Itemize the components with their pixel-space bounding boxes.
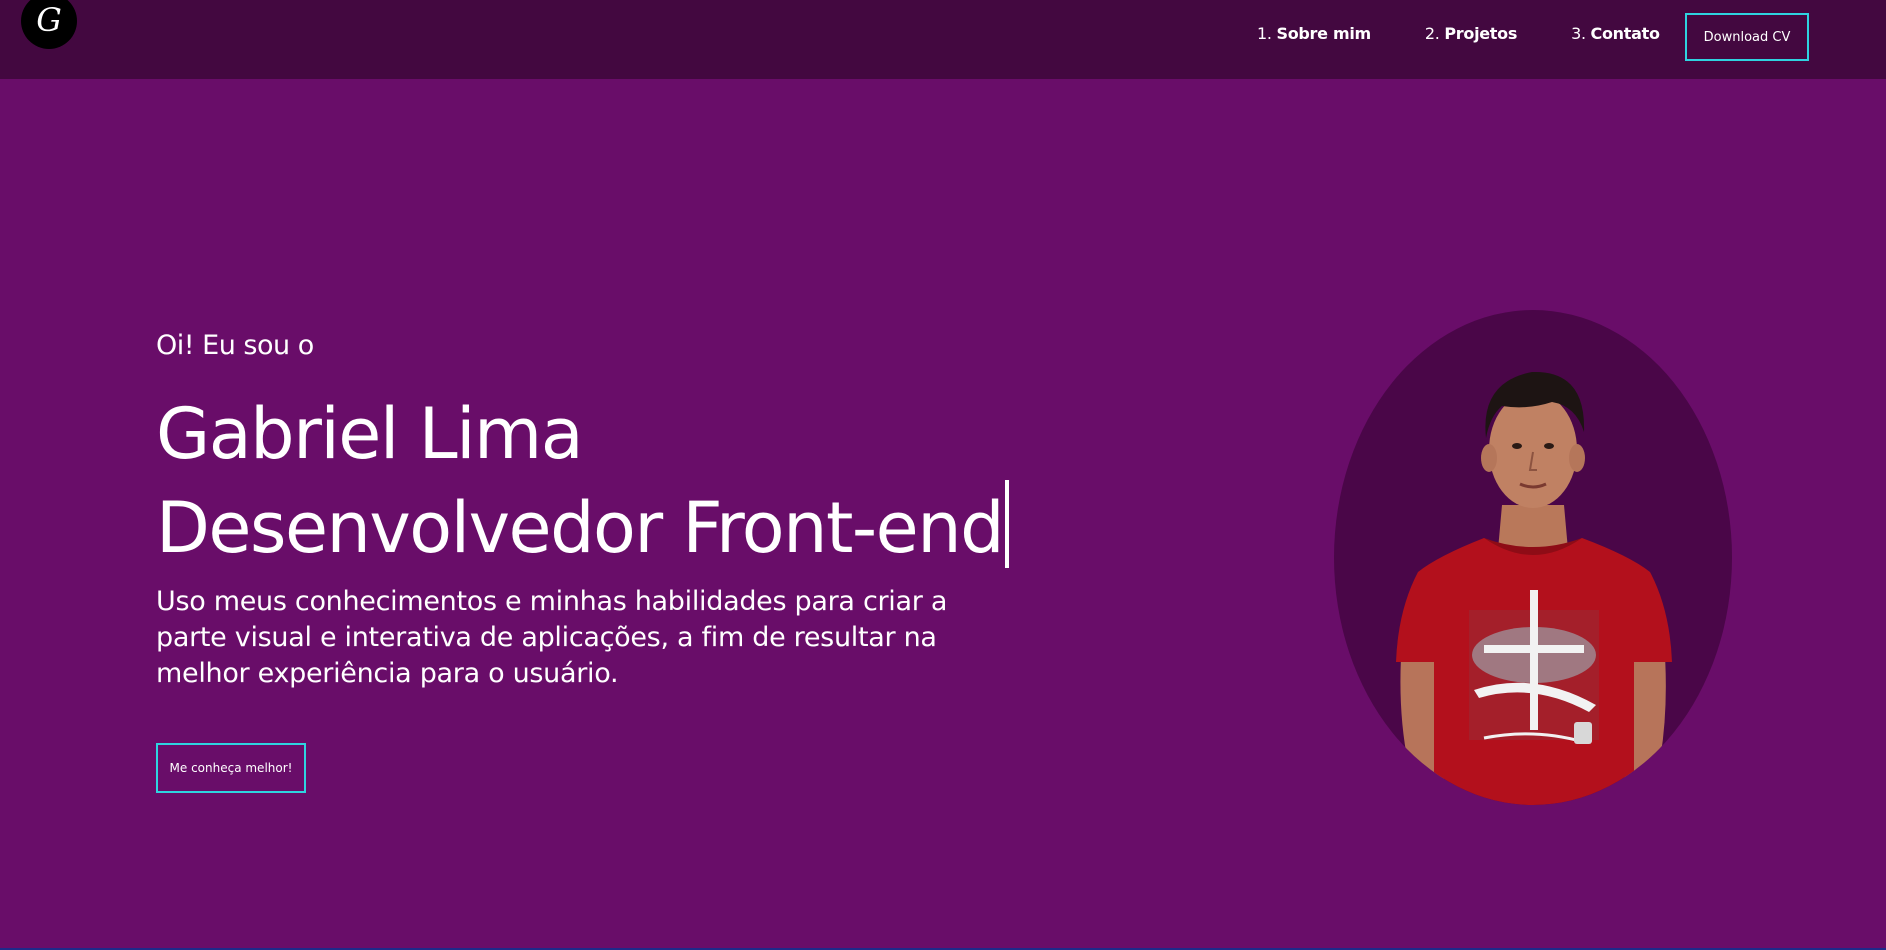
download-cv-button[interactable]: Download CV (1685, 13, 1809, 61)
nav-label: Sobre mim (1276, 24, 1371, 43)
profile-photo-frame (1334, 310, 1732, 805)
hero-description: Uso meus conhecimentos e minhas habilida… (156, 586, 948, 689)
typing-cursor (1005, 480, 1010, 568)
nav-number: 3. (1571, 24, 1586, 43)
hero-greeting: Oi! Eu sou o (156, 330, 314, 361)
script-g-logo-icon: G (36, 1, 62, 39)
airbus-shirt-print (1469, 590, 1599, 744)
nav-number: 2. (1424, 24, 1440, 43)
hero-section: Oi! Eu sou o Gabriel Lima Desenvolvedor … (0, 79, 1886, 948)
nav-link-sobre-mim[interactable]: 1. Sobre mim (1257, 24, 1371, 43)
nav-link-projetos[interactable]: 2. Projetos (1425, 24, 1517, 43)
main-nav: 1. Sobre mim 2. Projetos 3. Contato (1257, 24, 1714, 43)
nav-number: 1. (1257, 24, 1272, 43)
hero-headline: Gabriel Lima Desenvolvedor Front-end (156, 388, 1010, 574)
hero-role: Desenvolvedor Front-end (156, 487, 1005, 569)
nav-label: Projetos (1444, 24, 1518, 43)
nav-label: Contato (1590, 24, 1660, 43)
profile-photo (1396, 371, 1672, 805)
hero-name: Gabriel Lima (156, 393, 584, 475)
svg-text:G: G (36, 1, 62, 39)
navbar: G 1. Sobre mim 2. Projetos 3. Contato Do… (0, 0, 1886, 79)
nav-link-contato[interactable]: 3. Contato (1571, 24, 1660, 43)
know-me-better-button[interactable]: Me conheça melhor! (156, 743, 306, 793)
logo[interactable]: G (21, 0, 77, 49)
hero-role-line: Desenvolvedor Front-end (156, 480, 1010, 574)
